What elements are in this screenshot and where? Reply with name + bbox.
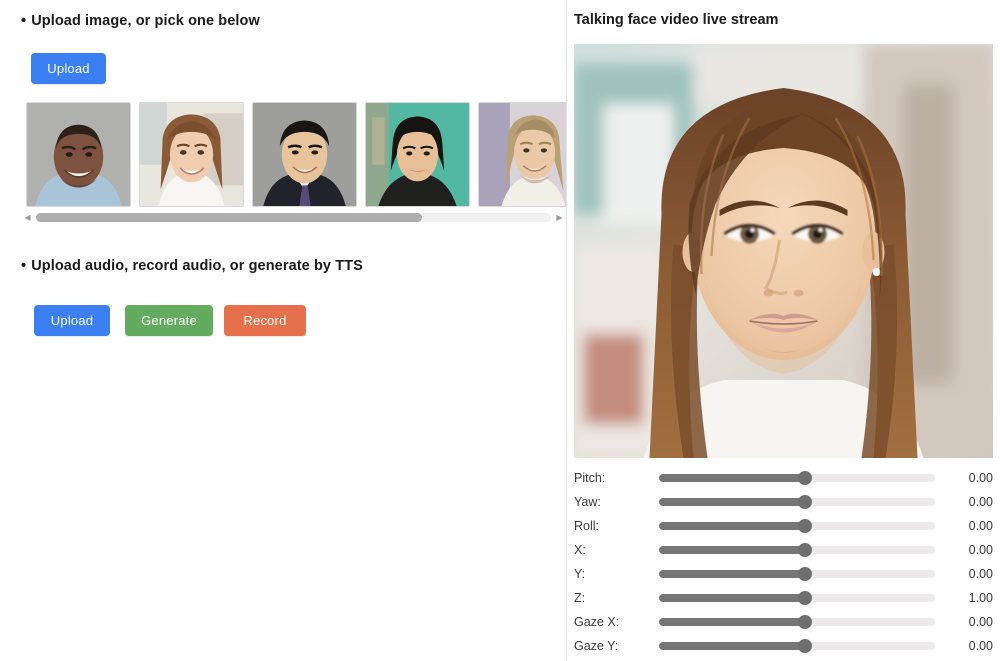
slider-y[interactable] (658, 562, 936, 586)
slider-gaze-y-row: Gaze Y: 0.00 (567, 634, 1000, 658)
slider-roll-row: Roll: 0.00 (567, 514, 1000, 538)
slider-y-value: 0.00 (968, 567, 993, 581)
thumbnail-man-suit-tie[interactable] (252, 102, 357, 207)
slider-x-thumb[interactable] (798, 543, 813, 557)
left-panel: •Upload image, or pick one below Upload (0, 0, 566, 661)
slider-gaze-x-value: 0.00 (968, 615, 993, 629)
slider-gaze-x[interactable] (658, 610, 936, 634)
image-gallery[interactable] (21, 97, 566, 224)
audio-generate-button[interactable]: Generate (125, 305, 213, 336)
slider-x-fill (658, 546, 806, 554)
slider-x-label: X: (574, 543, 586, 557)
slider-z-row: Z: 1.00 (567, 586, 1000, 610)
slider-gaze-y-thumb[interactable] (798, 639, 813, 653)
slider-x-value: 0.00 (968, 543, 993, 557)
slider-gaze-y-fill (658, 642, 806, 650)
slider-roll[interactable] (658, 514, 936, 538)
slider-x-row: X: 0.00 (567, 538, 1000, 562)
slider-roll-thumb[interactable] (798, 519, 813, 533)
audio-section-heading-text: Upload audio, record audio, or generate … (31, 258, 363, 274)
slider-z-label: Z: (574, 591, 586, 605)
audio-record-button[interactable]: Record (224, 305, 306, 336)
slider-yaw-label: Yaw: (574, 495, 601, 509)
slider-z[interactable] (658, 586, 936, 610)
slider-y-row: Y: 0.00 (567, 562, 1000, 586)
gallery-scrollbar-track[interactable] (36, 213, 551, 222)
slider-gaze-x-fill (658, 618, 806, 626)
slider-gaze-y-label: Gaze Y: (574, 639, 619, 653)
image-upload-button[interactable]: Upload (31, 53, 106, 84)
slider-z-value: 1.00 (968, 591, 993, 605)
live-video-stream[interactable] (574, 44, 993, 458)
right-panel: Talking face video live stream Pitch: 0.… (566, 0, 1000, 661)
slider-y-fill (658, 570, 806, 578)
slider-y-label: Y: (574, 567, 586, 581)
thumbnail-man-long-blond-hair[interactable] (478, 102, 566, 207)
slider-roll-value: 0.00 (968, 519, 993, 533)
slider-y-thumb[interactable] (798, 567, 813, 581)
bullet-icon-audio: • (21, 258, 27, 274)
bullet-icon: • (21, 13, 27, 29)
slider-gaze-y-value: 0.00 (968, 639, 993, 653)
parameter-sliders: Pitch: 0.00 Yaw: 0.00 Roll: 0.00 X: 0.00 Y: 0.00 Z… (567, 466, 1000, 658)
thumbnail-woman-teal-background[interactable] (365, 102, 470, 207)
slider-yaw-value: 0.00 (968, 495, 993, 509)
thumbnail-woman-long-brown-hair[interactable] (139, 102, 244, 207)
slider-yaw-row: Yaw: 0.00 (567, 490, 1000, 514)
slider-x[interactable] (658, 538, 936, 562)
slider-gaze-x-label: Gaze X: (574, 615, 620, 629)
slider-roll-fill (658, 522, 806, 530)
slider-z-thumb[interactable] (798, 591, 813, 605)
slider-pitch[interactable] (658, 466, 936, 490)
app-root: •Upload image, or pick one below Upload (0, 0, 1000, 661)
audio-section-heading: • Upload audio, record audio, or generate… (21, 258, 363, 274)
slider-pitch-label: Pitch: (574, 471, 606, 485)
slider-gaze-y[interactable] (658, 634, 936, 658)
image-section-heading: • Upload image, or pick one below (21, 13, 260, 29)
thumbnail-man-smiling-gray[interactable] (26, 102, 131, 207)
slider-yaw-thumb[interactable] (798, 495, 813, 509)
audio-upload-button[interactable]: Upload (34, 305, 110, 336)
gallery-scrollbar-thumb[interactable] (36, 213, 423, 222)
slider-pitch-fill (658, 474, 806, 482)
scroll-right-arrow-icon[interactable]: ▶ (553, 211, 566, 224)
image-gallery-strip (26, 102, 566, 207)
scroll-left-arrow-icon[interactable]: ◀ (21, 211, 34, 224)
image-section-heading-text: Upload image, or pick one below (31, 13, 260, 29)
slider-pitch-thumb[interactable] (798, 471, 813, 485)
slider-yaw-fill (658, 498, 806, 506)
stream-title: Talking face video live stream (574, 12, 779, 28)
slider-gaze-x-thumb[interactable] (798, 615, 813, 629)
slider-pitch-row: Pitch: 0.00 (567, 466, 1000, 490)
slider-pitch-value: 0.00 (968, 471, 993, 485)
slider-gaze-x-row: Gaze X: 0.00 (567, 610, 1000, 634)
slider-z-fill (658, 594, 806, 602)
slider-roll-label: Roll: (574, 519, 600, 533)
slider-yaw[interactable] (658, 490, 936, 514)
gallery-scrollbar[interactable]: ◀ ▶ (21, 211, 566, 224)
